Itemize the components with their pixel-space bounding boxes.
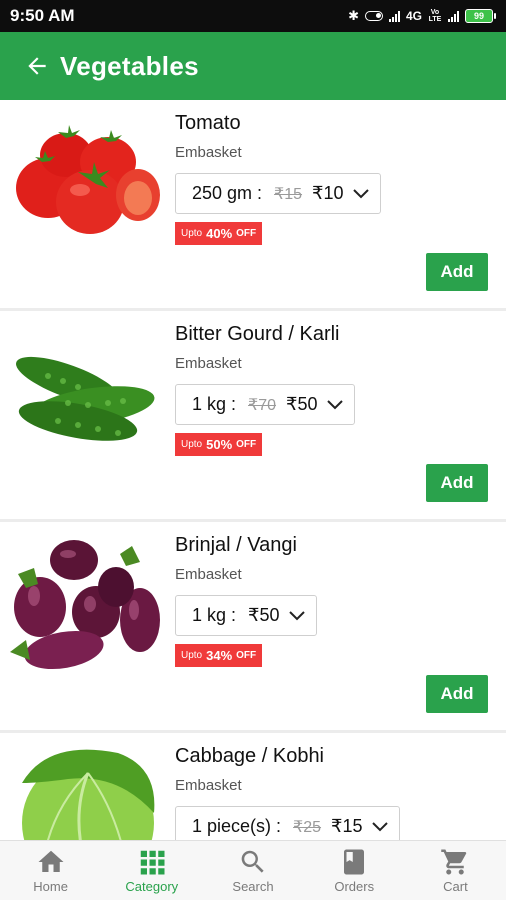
variant-mrp: ₹70 xyxy=(248,396,277,414)
battery-icon: 99 xyxy=(465,9,496,23)
badge-prefix: Upto xyxy=(181,228,203,239)
toggle-icon xyxy=(364,11,383,21)
nav-label: Cart xyxy=(443,879,468,894)
variant-price: ₹15 xyxy=(331,816,363,836)
product-brand: Embasket xyxy=(175,777,242,794)
nav-cart[interactable]: Cart xyxy=(405,841,506,900)
badge-suffix: OFF xyxy=(236,439,257,450)
variant-size: 1 kg : xyxy=(192,605,237,625)
battery-level: 99 xyxy=(465,9,493,23)
nav-label: Category xyxy=(125,879,179,894)
search-icon xyxy=(241,850,264,873)
nav-category[interactable]: Category xyxy=(101,841,202,900)
home-icon xyxy=(38,850,64,872)
variant-dropdown[interactable]: 250 gm : ₹15 ₹10 xyxy=(175,173,381,214)
product-name: Cabbage / Kobhi xyxy=(175,745,325,767)
bluetooth-icon: ✱ xyxy=(348,8,359,24)
add-button[interactable]: Add xyxy=(426,253,488,291)
discount-badge: Upto 50% OFF xyxy=(175,433,263,456)
discount-badge: Upto 34% OFF xyxy=(175,644,263,667)
signal-icon-2 xyxy=(448,10,459,22)
product-list[interactable]: Tomato Embasket 250 gm : ₹15 ₹10 Upto 40… xyxy=(0,100,506,840)
product-brand: Embasket xyxy=(175,566,242,583)
product-card: Bitter Gourd / Karli Embasket 1 kg : ₹70… xyxy=(0,311,506,519)
product-name: Brinjal / Vangi xyxy=(175,534,297,556)
variant-price: ₹10 xyxy=(312,183,344,203)
product-name: Tomato xyxy=(175,112,241,134)
chevron-down-icon xyxy=(326,399,343,409)
bitter-gourd-image[interactable] xyxy=(8,321,160,466)
app-bar: Vegetables xyxy=(0,32,506,100)
badge-suffix: OFF xyxy=(236,650,257,661)
chevron-down-icon xyxy=(352,188,369,198)
cart-icon xyxy=(441,849,467,875)
badge-value: 34% xyxy=(206,648,233,663)
variant-price: ₹50 xyxy=(286,394,318,414)
badge-prefix: Upto xyxy=(181,650,203,661)
chevron-down-icon xyxy=(371,821,388,831)
variant-price: ₹50 xyxy=(248,605,280,625)
chevron-down-icon xyxy=(288,610,305,620)
badge-suffix: OFF xyxy=(236,228,257,239)
variant-mrp: ₹25 xyxy=(293,818,322,836)
variant-size: 250 gm : xyxy=(192,183,263,203)
page-title: Vegetables xyxy=(60,50,199,81)
product-brand: Embasket xyxy=(175,144,242,161)
nav-search[interactable]: Search xyxy=(202,841,303,900)
badge-value: 50% xyxy=(206,437,233,452)
variant-size: 1 piece(s) : xyxy=(192,816,282,836)
network-type: 4G xyxy=(405,9,422,23)
product-card: Cabbage / Kobhi Embasket 1 piece(s) : ₹2… xyxy=(0,733,506,840)
variant-dropdown[interactable]: 1 kg : ₹50 xyxy=(175,595,317,636)
variant-dropdown[interactable]: 1 kg : ₹70 ₹50 xyxy=(175,384,355,425)
variant-dropdown[interactable]: 1 piece(s) : ₹25 ₹15 xyxy=(175,806,400,840)
nav-orders[interactable]: Orders xyxy=(304,841,405,900)
volte-badge: Vo LTE xyxy=(428,9,442,23)
badge-value: 40% xyxy=(206,226,233,241)
nav-label: Home xyxy=(33,879,68,894)
bottom-navigation: Home Category Search Orders Cart xyxy=(0,840,506,900)
discount-badge: Upto 40% OFF xyxy=(175,222,263,245)
nav-label: Search xyxy=(232,879,274,894)
product-name: Bitter Gourd / Karli xyxy=(175,323,340,345)
status-bar: 9:50 AM ✱ 4G Vo LTE 99 xyxy=(0,0,506,32)
badge-prefix: Upto xyxy=(181,439,203,450)
nav-home[interactable]: Home xyxy=(0,841,101,900)
back-arrow-icon[interactable] xyxy=(24,53,50,79)
cabbage-image[interactable] xyxy=(8,743,160,840)
brinjal-image[interactable] xyxy=(8,532,160,677)
product-card: Brinjal / Vangi Embasket 1 kg : ₹50 Upto… xyxy=(0,522,506,730)
add-button[interactable]: Add xyxy=(426,464,488,502)
variant-mrp: ₹15 xyxy=(274,185,303,203)
tomato-image[interactable] xyxy=(8,110,160,255)
signal-icon xyxy=(388,10,400,22)
category-grid-icon xyxy=(140,850,165,875)
orders-book-icon xyxy=(344,849,365,875)
product-card: Tomato Embasket 250 gm : ₹15 ₹10 Upto 40… xyxy=(0,100,506,308)
product-brand: Embasket xyxy=(175,355,242,372)
status-icons: ✱ 4G Vo LTE 99 xyxy=(348,9,496,24)
add-button[interactable]: Add xyxy=(426,675,488,713)
status-time: 9:50 AM xyxy=(10,6,75,25)
nav-label: Orders xyxy=(334,879,375,894)
variant-size: 1 kg : xyxy=(192,394,237,414)
